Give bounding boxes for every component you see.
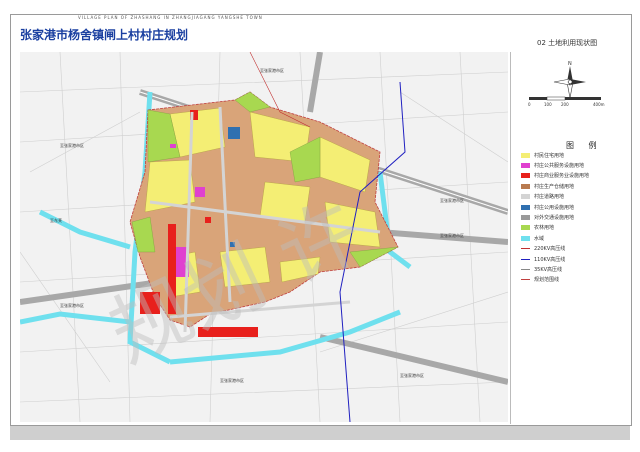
legend-item: 对外交通设施用地 [521,212,625,222]
legend-item: 水域 [521,233,625,243]
legend-item: 村庄商业服务业设施用地 [521,171,625,181]
road-label-n: 至张家港市区 [260,67,284,73]
legend-label: 110KV高压线 [534,256,566,263]
legend-label: 规划范围线 [534,277,560,284]
legend-item: 农林用地 [521,223,625,233]
legend-swatch [521,279,530,281]
legend-item: 村庄道路用地 [521,192,625,202]
legend-label: 村民住宅用地 [534,152,565,159]
legend-swatch [521,258,530,260]
road-label-e1: 至张家港市区 [440,197,464,203]
legend-label: 村庄道路用地 [534,194,565,201]
road-label-w: 至东莱 [50,217,62,223]
scale-bar: 0 100 200 400m [528,96,605,107]
sheet-caption: VILLAGE PLAN OF ZHASHANG IN ZHANGJIAGANG… [78,15,263,20]
scale-label-1: 100 [544,102,552,107]
plan-title: 张家港市杨舍镇闸上村村庄规划 [20,28,189,42]
legend-label: 村庄商业服务业设施用地 [534,173,590,180]
legend-swatch [521,235,530,241]
legend-item: 220KV高压线 [521,244,625,254]
legend-label: 农林用地 [534,225,555,232]
legend-label: 水域 [534,235,545,242]
legend-label: 对外交通设施用地 [534,215,575,222]
scale-label-3: 400m [593,102,605,107]
land-use-map[interactable]: 至张家港市区 至东莱 至张家港市区 至张家港市区 至张家港市区 至张家港市区 至… [20,52,508,422]
road-label-sw: 至张家港市区 [60,302,84,308]
scale-label-2: 200 [561,102,569,107]
scale-label-0: 0 [528,102,531,107]
legend-item: 村庄公共服务设施用地 [521,160,625,170]
footer-bar [10,426,630,440]
road-label-nw: 至张家港市区 [60,142,84,148]
legend-swatch [521,268,530,270]
legend-swatch [521,152,530,158]
legend-swatch [521,204,530,210]
legend-label: 35KV高压线 [534,266,563,273]
sheet-name: 02 土地利用现状图 [537,39,598,47]
legend-swatch [521,163,530,169]
legend-list: 村民住宅用地村庄公共服务设施用地 村庄商业服务业设施用地 村庄生产仓储用地 村庄道路用… [521,150,625,285]
compass-north-label: N [568,61,572,67]
road-label-s2: 至张家港市区 [220,377,244,383]
road-label-e2: 至张家港市区 [440,232,464,238]
legend-item: 35KV高压线 [521,264,625,274]
legend-label: 村庄公共服务设施用地 [534,163,585,170]
legend-swatch [521,215,530,221]
legend-item: 110KV高压线 [521,254,625,264]
legend-swatch [521,248,530,250]
legend-item: 村庄公用设施用地 [521,202,625,212]
legend-label: 村庄生产仓储用地 [534,183,575,190]
legend-item: 规划范围线 [521,275,625,285]
legend-label: 220KV高压线 [534,246,566,253]
legend-swatch [521,225,530,231]
legend-swatch [521,194,530,200]
legend-swatch [521,183,530,189]
legend-swatch [521,173,530,179]
legend-item: 村民住宅用地 [521,150,625,160]
legend-label: 村庄公用设施用地 [534,204,575,211]
legend-item: 村庄生产仓储用地 [521,181,625,191]
road-label-s1: 至张家港市区 [400,372,424,378]
